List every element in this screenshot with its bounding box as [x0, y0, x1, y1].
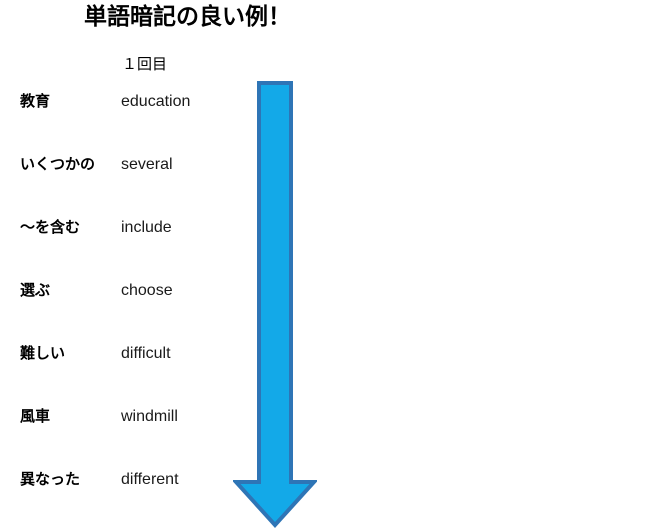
word-pair-row: いくつかの several [0, 155, 240, 218]
japanese-term: 風車 [20, 408, 51, 425]
word-pair-list: 教育 education いくつかの several 〜を含む include 選ぶ choo… [0, 92, 240, 531]
english-term: windmill [121, 408, 178, 425]
english-term: choose [121, 282, 173, 299]
english-term: difficult [121, 345, 171, 362]
japanese-term: いくつかの [20, 156, 96, 173]
word-pair-row: 難しい difficult [0, 344, 240, 407]
japanese-term: 選ぶ [20, 282, 51, 299]
word-pair-row: 異なった different [0, 470, 240, 531]
page-title: 単語暗記の良い例！ [84, 3, 291, 29]
japanese-term: 〜を含む [20, 219, 81, 236]
word-pair-row: 選ぶ choose [0, 281, 240, 344]
english-term: include [121, 219, 172, 236]
word-pair-row: 教育 education [0, 92, 240, 155]
word-pair-row: 〜を含む include [0, 218, 240, 281]
down-arrow-shape [233, 81, 317, 528]
japanese-term: 難しい [20, 345, 66, 362]
japanese-term: 教育 [20, 93, 51, 110]
japanese-term: 異なった [20, 471, 81, 488]
column-header-first-round: １回目 [122, 56, 168, 73]
word-pair-row: 風車 windmill [0, 407, 240, 470]
english-term: several [121, 156, 173, 173]
english-term: education [121, 93, 191, 110]
english-term: different [121, 471, 179, 488]
vocabulary-study-slide: 単語暗記の良い例！ １回目 教育 education いくつかの several 〜を含… [0, 0, 660, 531]
down-arrow-icon [233, 80, 317, 528]
